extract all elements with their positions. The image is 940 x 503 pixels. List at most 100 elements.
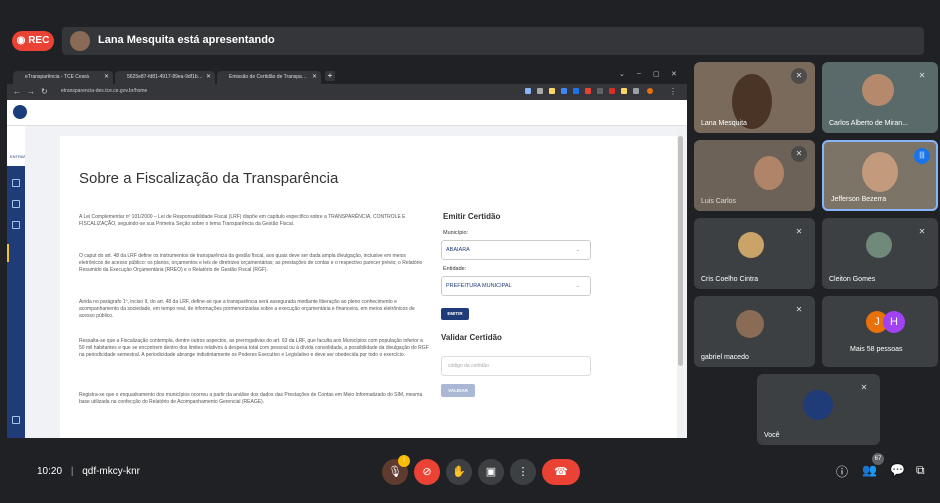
codigo-certidao-input[interactable]: código da certidão xyxy=(441,356,591,376)
star-icon[interactable] xyxy=(549,88,555,94)
browser-address-bar: ← → ↻ etransparencia-des.tce.ce.gov.br/h… xyxy=(7,84,687,100)
meet-bottom-bar: 10:20 | qdf-mkcy-knr 🎙 ! ⊘ ✋ ▣ ⋮ ☎ ⓘ 👥 6… xyxy=(0,445,940,503)
camera-toggle-button[interactable]: ⊘ xyxy=(414,459,440,485)
extension-icon[interactable] xyxy=(621,88,627,94)
more-people-tile[interactable]: J H Mais 58 pessoas xyxy=(822,296,938,367)
municipio-label: Município: xyxy=(443,230,469,236)
profile-avatar[interactable] xyxy=(647,88,653,94)
more-people-label: Mais 58 pessoas xyxy=(850,346,903,353)
emitir-button[interactable]: EMITIR xyxy=(441,308,469,320)
participant-name: Carlos Alberto de Miran... xyxy=(829,120,908,127)
self-avatar xyxy=(803,390,833,420)
close-tab-icon[interactable]: ✕ xyxy=(206,71,211,84)
mic-off-icon: ✕ xyxy=(791,146,807,162)
close-tab-icon[interactable]: ✕ xyxy=(312,71,317,84)
more-vert-icon[interactable]: ⋮ xyxy=(669,87,677,96)
browser-tab-2[interactable]: 5625e87-fd81-4917-89ea-9df1b… ✕ xyxy=(115,71,215,84)
sidebar-login[interactable]: ENTRAR xyxy=(7,126,27,166)
present-button[interactable]: ▣ xyxy=(478,459,504,485)
municipio-select[interactable]: ABAIARA ⌄ xyxy=(441,240,591,260)
recording-badge: ◉ REC xyxy=(12,31,54,51)
participant-video xyxy=(862,152,898,192)
presenter-avatar xyxy=(70,31,90,51)
validar-button[interactable]: VALIDAR xyxy=(441,384,475,397)
meet-top-bar: ◉ REC Lana Mesquita está apresentando xyxy=(0,0,940,70)
participant-tile[interactable]: ✕ Cleiton Gomes xyxy=(822,218,938,289)
participant-tile-speaking[interactable]: ||| Jefferson Bezerra xyxy=(822,140,938,211)
chat-icon[interactable]: 💬 xyxy=(890,463,905,477)
browser-tab-3[interactable]: Emissão de Certidão de Transpa… ✕ xyxy=(217,71,321,84)
participant-avatar xyxy=(866,232,892,258)
self-tile[interactable]: ✕ Você xyxy=(757,374,880,445)
paragraph-3: Ainda no parágrafo 1º, inciso II, do art… xyxy=(79,299,415,319)
participant-name: Jefferson Bezerra xyxy=(831,196,887,203)
info-icon[interactable]: ⓘ xyxy=(836,463,848,480)
shared-screen: eTransparência - TCE Ceará ✕ 5625e87-fd81… xyxy=(7,68,687,438)
extension-icon[interactable] xyxy=(525,88,531,94)
extension-icon[interactable] xyxy=(561,88,567,94)
extension-icon[interactable] xyxy=(597,88,603,94)
speaking-indicator-icon: ||| xyxy=(914,148,930,164)
reload-icon[interactable]: ↻ xyxy=(41,87,48,96)
app-sidebar: ENTRAR xyxy=(7,126,27,438)
hang-up-icon: ☎ xyxy=(554,466,568,478)
extension-icon[interactable] xyxy=(585,88,591,94)
activities-icon[interactable]: ⧉ xyxy=(916,463,925,478)
back-arrow-icon[interactable]: ← xyxy=(13,87,21,96)
record-dot-icon: ◉ xyxy=(16,35,26,46)
participant-tile[interactable]: ✕ Lana Mesquita xyxy=(694,62,815,133)
extension-icon[interactable] xyxy=(573,88,579,94)
meeting-code: qdf-mkcy-knr xyxy=(82,466,140,477)
more-options-button[interactable]: ⋮ xyxy=(510,459,536,485)
participant-tile[interactable]: ✕ Luis Carlos xyxy=(694,140,815,211)
people-count-badge: 67 xyxy=(872,453,884,465)
url-field[interactable]: etransparencia-des.tce.ce.gov.br/home xyxy=(55,86,515,97)
warning-badge-icon: ! xyxy=(398,455,410,467)
presenting-banner: Lana Mesquita está apresentando xyxy=(62,27,924,55)
people-icon[interactable]: 👥 xyxy=(862,463,877,477)
entrar-label: ENTRAR xyxy=(10,154,27,159)
app-header xyxy=(7,100,687,126)
participant-tile[interactable]: ✕ Carlos Alberto de Miran... xyxy=(822,62,938,133)
scrollbar-thumb[interactable] xyxy=(678,136,683,366)
chevron-down-icon: ⌄ xyxy=(575,247,580,253)
dashboard-icon[interactable] xyxy=(12,179,20,187)
leave-call-button[interactable]: ☎ xyxy=(542,459,580,485)
raise-hand-button[interactable]: ✋ xyxy=(446,459,472,485)
tce-logo xyxy=(13,105,27,119)
paragraph-4: Ressalta-se que a Fiscalização contempla… xyxy=(79,338,429,358)
paragraph-1: A Lei Complementar nº 101/2000 – Lei de … xyxy=(79,214,406,227)
menu-icon[interactable] xyxy=(12,416,20,424)
minimize-icon[interactable]: – xyxy=(637,70,641,77)
entidade-label: Entidade: xyxy=(443,266,467,272)
mic-off-icon: ✕ xyxy=(795,305,803,314)
document-icon[interactable] xyxy=(12,221,20,229)
meeting-info: 10:20 | qdf-mkcy-knr xyxy=(37,466,140,477)
forward-arrow-icon[interactable]: → xyxy=(27,87,35,96)
present-screen-icon: ▣ xyxy=(485,466,497,478)
camera-off-icon: ⊘ xyxy=(422,466,432,478)
extension-icon[interactable] xyxy=(609,88,615,94)
meeting-time: 10:20 xyxy=(37,466,63,477)
chart-icon[interactable] xyxy=(12,200,20,208)
puzzle-icon[interactable] xyxy=(633,88,639,94)
paragraph-5: Registra-se que o enquadramento dos muni… xyxy=(79,392,423,405)
browser-tab-1[interactable]: eTransparência - TCE Ceará ✕ xyxy=(13,71,113,84)
participant-tile[interactable]: ✕ Cris Coelho Cintra xyxy=(694,218,815,289)
chevron-down-icon[interactable]: ⌄ xyxy=(619,70,625,78)
maximize-icon[interactable]: ▢ xyxy=(653,70,660,78)
participant-video xyxy=(754,156,784,190)
new-tab-button[interactable]: + xyxy=(325,71,335,81)
entidade-select[interactable]: PREFEITURA MUNICIPAL ⌄ xyxy=(441,276,591,296)
separator: | xyxy=(70,466,74,477)
more-vert-icon: ⋮ xyxy=(517,466,529,478)
hand-icon: ✋ xyxy=(452,466,466,478)
close-window-icon[interactable]: ✕ xyxy=(671,70,677,78)
mic-off-icon: ✕ xyxy=(791,68,807,84)
participant-name: Você xyxy=(764,432,780,439)
close-tab-icon[interactable]: ✕ xyxy=(104,71,109,84)
share-icon[interactable] xyxy=(537,88,543,94)
participant-tile[interactable]: ✕ gabriel macedo xyxy=(694,296,815,367)
sidebar-active-indicator xyxy=(7,244,9,262)
mic-off-icon: ✕ xyxy=(795,227,803,236)
